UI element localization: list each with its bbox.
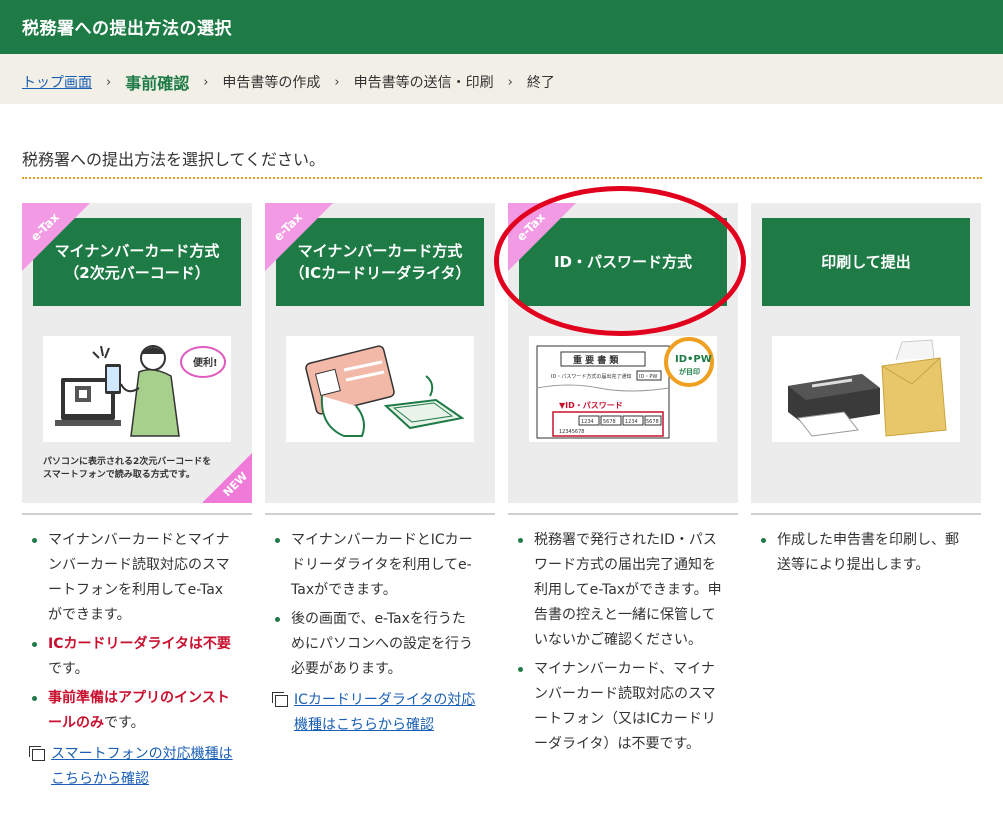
description-mynumber-icreader: マイナンバーカードとICカードリーダライタを利用してe-Taxができます。 後の… xyxy=(269,528,479,738)
svg-text:ID•PW: ID•PW xyxy=(675,354,712,365)
svg-text:が目印: が目印 xyxy=(679,367,700,376)
external-window-icon xyxy=(272,692,288,707)
card-divider xyxy=(751,513,981,515)
highlight-circle xyxy=(494,186,746,336)
svg-text:12345678: 12345678 xyxy=(559,429,584,435)
svg-text:5678: 5678 xyxy=(603,419,616,425)
list-item: マイナンバーカードとICカードリーダライタを利用してe-Taxができます。 xyxy=(269,528,479,603)
svg-text:ID・PW: ID・PW xyxy=(639,374,657,380)
svg-text:ID・パスワード方式の届出完了通知: ID・パスワード方式の届出完了通知 xyxy=(551,373,631,380)
card-divider xyxy=(22,513,252,515)
dotted-divider xyxy=(22,177,982,179)
svg-text:便利!: 便利! xyxy=(193,356,218,369)
print-submit-button[interactable]: 印刷して提出 xyxy=(762,218,970,306)
card-divider xyxy=(265,513,495,515)
list-item: ICカードリーダライタは不要です。 xyxy=(26,632,236,682)
method-card-mynumber-icreader[interactable]: マイナンバーカード方式 （ICカードリーダライタ） e-Tax xyxy=(265,203,495,503)
breadcrumb-step-create: 申告書等の作成 xyxy=(222,75,321,91)
method-card-mynumber-qr[interactable]: マイナンバーカード方式 （2次元バーコード） e-Tax 便利! パソコンに表示… xyxy=(22,203,252,503)
list-item: 後の画面で、e-Taxを行うためにパソコンへの設定を行う必要があります。 xyxy=(269,607,479,682)
breadcrumb-separator: › xyxy=(106,74,112,90)
page-title: 税務署への提出方法の選択 xyxy=(22,19,232,39)
list-item: 作成した申告書を印刷し、郵送等により提出します。 xyxy=(755,528,965,578)
list-item: マイナンバーカード、マイナンバーカード読取対応のスマートフォン（又はICカードリ… xyxy=(512,657,722,757)
breadcrumb-separator: › xyxy=(507,74,513,90)
breadcrumb: トップ画面 › 事前確認 › 申告書等の作成 › 申告書等の送信・印刷 › 終了 xyxy=(22,70,555,94)
svg-text:1234: 1234 xyxy=(625,419,638,425)
instruction-text: 税務署への提出方法を選択してください。 xyxy=(22,150,326,169)
breadcrumb-bar: トップ画面 › 事前確認 › 申告書等の作成 › 申告書等の送信・印刷 › 終了 xyxy=(0,54,1003,104)
list-item: 事前準備はアプリのインストールのみです。 xyxy=(26,686,236,736)
list-item: マイナンバーカードとマイナンバーカード読取対応のスマートフォンを利用してe-Ta… xyxy=(26,528,236,628)
external-link-row: スマートフォンの対応機種はこちらから確認 xyxy=(26,742,236,792)
card-caption: パソコンに表示される2次元バーコードをスマートフォンで読み取る方式です。 xyxy=(43,457,212,480)
description-print: 作成した申告書を印刷し、郵送等により提出します。 xyxy=(755,528,965,582)
smartphone-compat-link[interactable]: スマートフォンの対応機種はこちらから確認 xyxy=(51,742,236,792)
svg-text:1234: 1234 xyxy=(581,419,594,425)
external-window-icon xyxy=(29,746,45,761)
card-reader-illustration xyxy=(286,336,474,442)
svg-text:▼ID・パスワード: ▼ID・パスワード xyxy=(559,400,623,410)
breadcrumb-separator: › xyxy=(334,74,340,90)
svg-text:5678: 5678 xyxy=(646,419,659,425)
external-link-row: ICカードリーダライタの対応機種はこちらから確認 xyxy=(269,688,479,738)
smartphone-qr-illustration: 便利! xyxy=(43,336,231,442)
description-id-password: 税務署で発行されたID・パスワード方式の届出完了通知を利用してe-Taxができま… xyxy=(512,528,722,761)
printer-envelope-illustration xyxy=(772,336,960,442)
breadcrumb-separator: › xyxy=(203,74,209,90)
card-divider xyxy=(508,513,738,515)
breadcrumb-step-send-print: 申告書等の送信・印刷 xyxy=(353,75,494,91)
breadcrumb-home-link[interactable]: トップ画面 xyxy=(22,72,92,92)
svg-text:重 要 書 類: 重 要 書 類 xyxy=(573,354,619,366)
id-password-notice-illustration: 重 要 書 類 ID・パスワード方式の届出完了通知 ID・PW ▼ID・パスワー… xyxy=(529,336,717,442)
breadcrumb-current-step: 事前確認 xyxy=(125,74,190,93)
list-item: 税務署で発行されたID・パスワード方式の届出完了通知を利用してe-Taxができま… xyxy=(512,528,722,653)
method-card-print[interactable]: 印刷して提出 xyxy=(751,203,981,503)
page-header: 税務署への提出方法の選択 xyxy=(0,0,1003,54)
breadcrumb-step-end: 終了 xyxy=(526,75,555,91)
icreader-compat-link[interactable]: ICカードリーダライタの対応機種はこちらから確認 xyxy=(294,688,479,738)
description-mynumber-qr: マイナンバーカードとマイナンバーカード読取対応のスマートフォンを利用してe-Ta… xyxy=(26,528,236,792)
